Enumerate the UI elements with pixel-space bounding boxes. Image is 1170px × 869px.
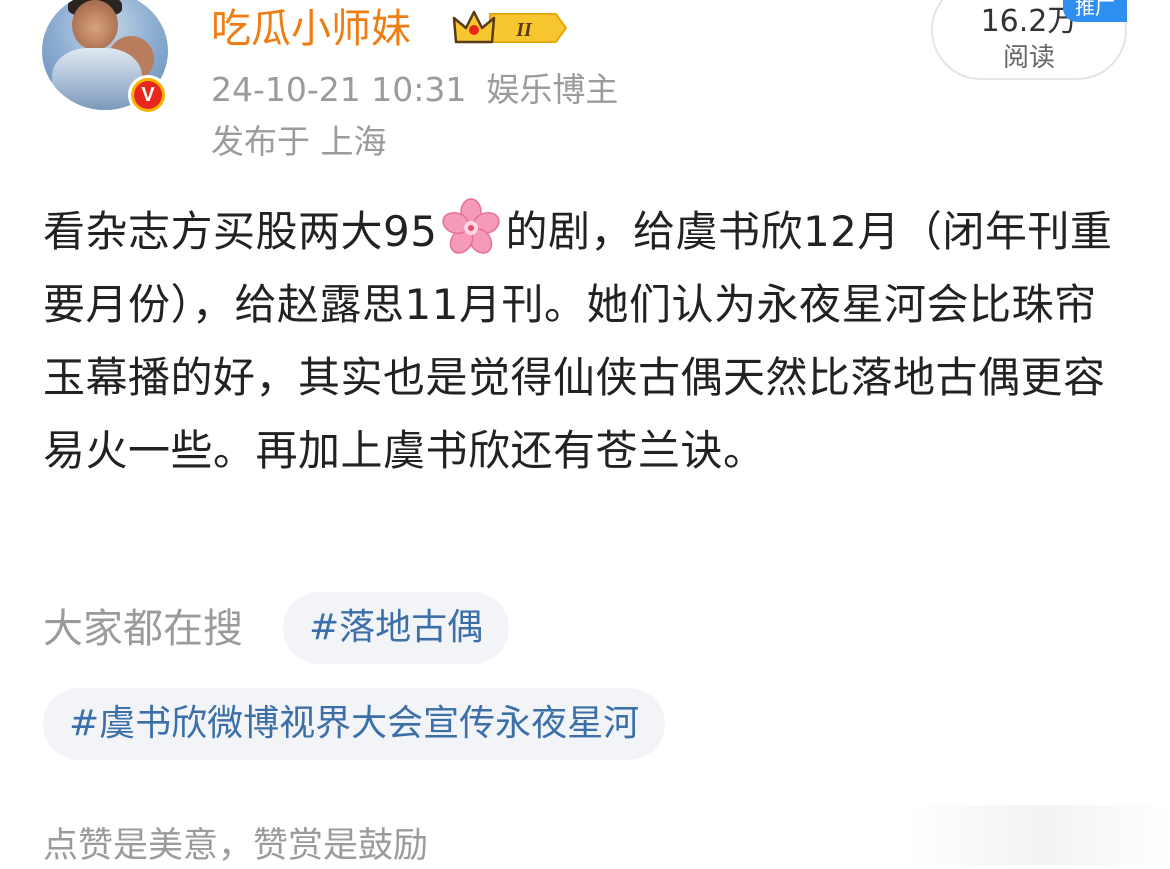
avatar-face: [72, 0, 118, 50]
verified-badge-icon: V: [128, 75, 168, 115]
post-location: 发布于 上海: [211, 122, 387, 161]
trending-search-label: 大家都在搜: [43, 606, 243, 652]
author-category: 娱乐博主: [486, 70, 619, 109]
read-label: 阅读: [1002, 43, 1055, 73]
post-body: 看杂志方买股两大95 的剧，给虞书欣12月（闭年刊重要月份），给赵露思11月刊。…: [43, 195, 1123, 487]
verified-badge-letter: V: [134, 81, 162, 109]
bottom-fade: [910, 805, 1170, 865]
username[interactable]: 吃瓜小师妹: [211, 5, 411, 53]
member-level-text: II: [515, 19, 533, 41]
member-level-badge[interactable]: II: [452, 6, 568, 50]
cherry-blossom-icon: [442, 198, 501, 254]
hashtag-link[interactable]: #落地古偶: [283, 592, 510, 664]
promo-button[interactable]: 推广: [1063, 0, 1127, 22]
post-timestamp: 24-10-21 10:31: [211, 70, 467, 109]
post-meta: 24-10-21 10:31 娱乐博主: [211, 68, 618, 112]
post-text-part1: 看杂志方买股两大95: [43, 207, 438, 256]
reward-note: 点赞是美意，赞赏是鼓励: [43, 826, 429, 866]
crown-icon: [452, 10, 496, 44]
hashtag-link[interactable]: #虞书欣微博视界大会宣传永夜星河: [43, 688, 666, 760]
